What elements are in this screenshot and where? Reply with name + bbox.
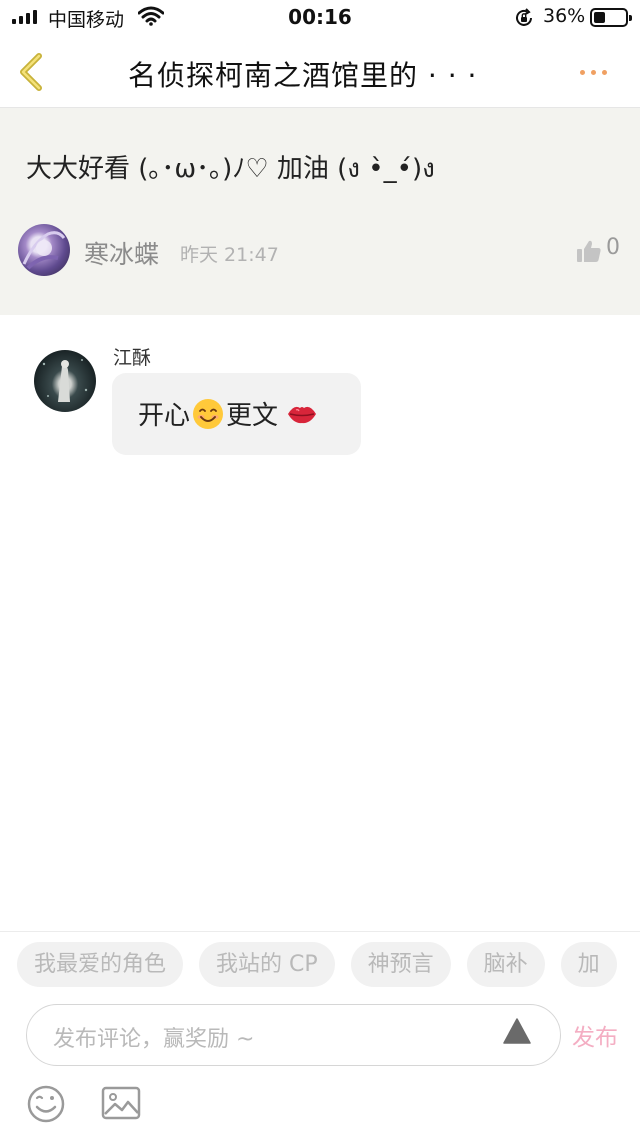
topic-chip[interactable]: 神预言 <box>350 942 451 987</box>
more-dots-icon <box>580 69 585 75</box>
page-title: 名侦探柯南之酒馆里的 · · · <box>128 59 478 92</box>
reply-text-before: 开心 <box>138 401 191 431</box>
avatar[interactable] <box>18 224 70 276</box>
rotation-lock-icon <box>516 8 532 26</box>
comment-input-placeholder: 发布评论，赢奖励 ~ <box>53 1027 255 1052</box>
emoji-icon[interactable] <box>26 1084 66 1124</box>
topic-chip[interactable]: 我站的 CP <box>199 942 335 987</box>
image-icon[interactable] <box>101 1086 141 1120</box>
battery-percentage: 36% <box>543 5 586 27</box>
nav-bar: 名侦探柯南之酒馆里的 · · · <box>0 36 640 108</box>
original-comment: 大大好看 (｡･ω･｡)ﾉ♡ 加油 (ง •̀_•́)ง 寒冰蝶 昨天 21:4… <box>0 108 640 315</box>
topic-chip-list: 我最爱的角色 我站的 CP 神预言 脑补加 <box>17 942 640 987</box>
topic-chip[interactable]: 脑补 <box>466 942 545 987</box>
original-comment-text: 大大好看 (｡･ω･｡)ﾉ♡ 加油 (ง •̀_•́)ง <box>26 154 435 184</box>
like-count: 0 <box>606 235 620 260</box>
reply-avatar[interactable] <box>34 350 96 412</box>
smiling-face-emoji-icon <box>193 398 224 429</box>
topic-chip[interactable]: 我最爱的角色 <box>17 942 184 987</box>
battery-level <box>594 12 605 23</box>
triangle-icon[interactable] <box>503 1017 531 1045</box>
topic-chip[interactable]: 加 <box>560 942 617 987</box>
status-bar: 中国移动 00:16 36% <box>0 0 640 36</box>
reply-text: 开心 更文 <box>138 395 318 432</box>
more-button[interactable] <box>580 62 620 82</box>
reply-username[interactable]: 江酥 <box>113 343 151 370</box>
publish-button[interactable]: 发布 <box>572 1018 618 1052</box>
reply-bubble: 开心 更文 <box>112 373 361 455</box>
thumbs-up-icon[interactable] <box>576 238 602 264</box>
comment-timestamp: 昨天 21:47 <box>180 244 279 266</box>
comment-input[interactable]: 发布评论，赢奖励 ~ <box>26 1004 561 1066</box>
comment-username[interactable]: 寒冰蝶 <box>84 235 159 271</box>
battery-icon <box>590 8 632 27</box>
comment-composer: 我最爱的角色 我站的 CP 神预言 脑补加 发布评论，赢奖励 ~ 发布 <box>0 931 640 1139</box>
reply-text-after: 更文 <box>226 401 279 431</box>
back-button[interactable] <box>12 50 52 94</box>
kiss-mark-emoji-icon <box>288 406 317 423</box>
